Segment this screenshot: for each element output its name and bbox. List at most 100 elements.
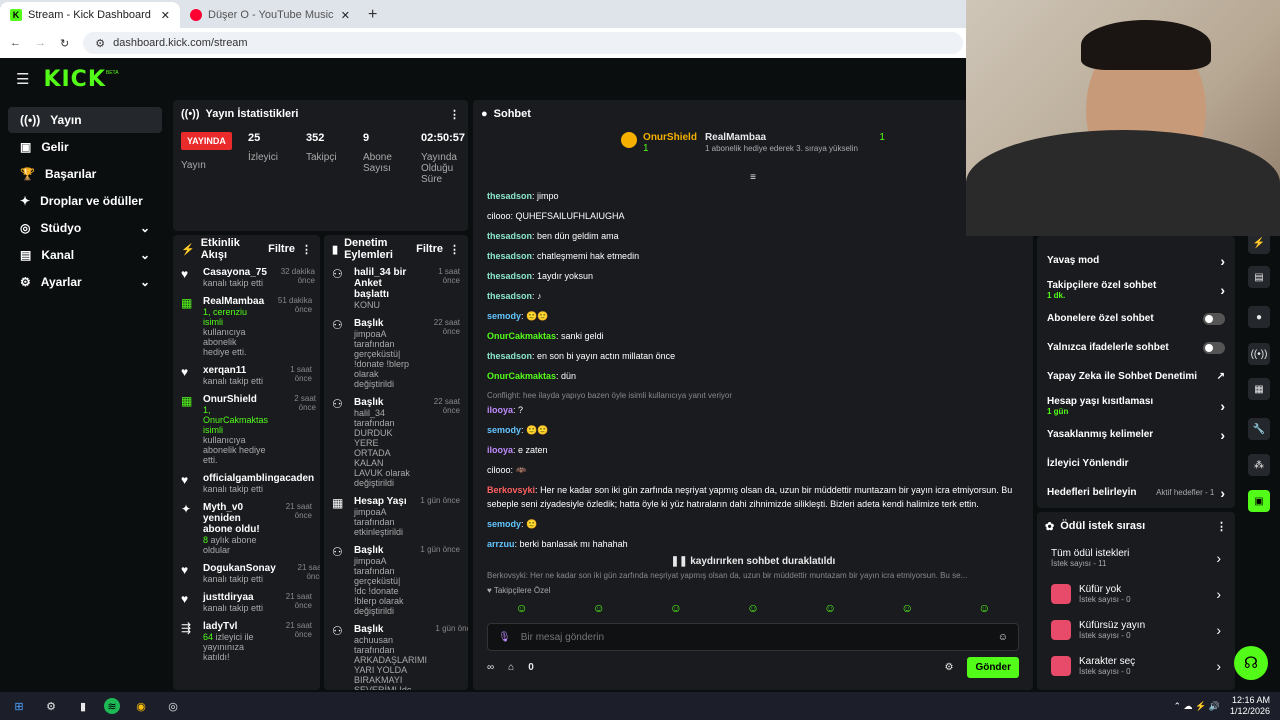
chat-paused-banner[interactable]: ❚❚ kaydırırken sohbet duraklatıldı [473,554,1033,569]
chat-username[interactable]: ilooya [487,405,513,415]
activity-name[interactable]: RealMambaa [203,296,264,307]
tab-youtube-music[interactable]: Düşer O - YouTube Music ✕ [180,2,360,28]
kick-logo[interactable]: KICK [43,67,105,92]
tray-icons[interactable]: ⌃ ☁ ⚡ 🔊 [1173,701,1219,712]
forward-icon[interactable]: → [35,37,46,49]
obs-icon[interactable]: ◎ [162,695,184,717]
more-options-icon[interactable]: ⋮ [301,243,312,256]
chat-message[interactable]: semody: 🙂🙂 [473,420,1033,440]
setting-toggle[interactable] [1203,312,1225,325]
setting-toggle[interactable] [1203,341,1225,354]
emote-icon[interactable]: ☺ [747,601,759,615]
clock[interactable]: 12:16 AM 1/12/2026 [1230,695,1270,717]
chat-username[interactable]: thesadson [487,351,532,361]
reward-item[interactable]: Küfürsüz yayın İstek sayısı - 0 › [1037,612,1235,648]
chat-message[interactable]: thesadson: jimpo [473,186,1033,206]
chat-message[interactable]: Conflight: hee ilayda yapıyo bazen öyle … [473,386,1033,420]
more-options-icon[interactable]: ⋮ [449,108,460,121]
wrench-rail-icon[interactable]: 🔧 [1248,418,1270,440]
chat-rail-icon[interactable]: ● [1248,306,1270,328]
expand-icon[interactable]: ≡ [473,172,1033,186]
sidebar-item-ayarlar[interactable]: ⚙ Ayarlar ⌄ [8,269,162,295]
infinity-icon[interactable]: ∞ [487,662,494,673]
reward-item[interactable]: Karakter seç İstek sayısı - 0 › [1037,648,1235,684]
chat-message[interactable]: thesadson: ben dün geldim ama [473,226,1033,246]
activity-name[interactable]: Myth_v0 yeniden abone oldu! [203,502,264,535]
tab-kick-dashboard[interactable]: K Stream - Kick Dashboard ✕ [0,2,180,28]
activity-name[interactable]: officialgamblingacaden [203,473,314,484]
layout-rail-icon[interactable]: ▦ [1248,378,1270,400]
activity-filter-button[interactable]: Filtre [268,243,295,255]
chat-username[interactable]: cilooo [487,465,511,475]
reward-item[interactable]: Küfür yok İstek sayısı - 0 › [1037,576,1235,612]
editor-rail-icon[interactable]: ▣ [1248,490,1270,512]
activity-name[interactable]: DogukanSonay [203,563,276,574]
broadcast-rail-icon[interactable]: ((•)) [1248,343,1270,365]
menu-icon[interactable]: ☰ [16,70,29,88]
emote-icon[interactable]: ☺ [670,601,682,615]
chat-username[interactable]: thesadson [487,231,532,241]
chat-input[interactable] [520,631,988,643]
emote-icon[interactable]: ☺ [824,601,836,615]
spotify-icon[interactable]: ≋ [104,698,120,714]
emote-icon[interactable]: ☺ [593,601,605,615]
moderation-filter-button[interactable]: Filtre [416,243,443,255]
chat-setting-item[interactable]: Takipçilere özel sohbet 1 dk. › [1037,275,1235,304]
sidebar-item-kanal[interactable]: ▤ Kanal ⌄ [8,242,162,268]
windows-start-icon[interactable]: ⊞ [8,695,30,717]
close-tab-icon[interactable]: ✕ [161,9,170,22]
chat-message[interactable]: thesadson: ♪ [473,286,1033,306]
app-icon[interactable]: ▮ [72,695,94,717]
chat-setting-item[interactable]: Yalnızca ifadelerle sohbet [1037,333,1235,362]
chat-username[interactable]: OnurCakmaktas [487,331,556,341]
chat-message[interactable]: semody: 🙂🙂 [473,306,1033,326]
top-gifter-2[interactable]: RealMambaa 1 1 abonelik hediye ederek 3. … [705,132,885,172]
new-tab-icon[interactable]: + [360,6,385,28]
sidebar-item-gelir[interactable]: ▣ Gelir [8,134,162,160]
share-rail-icon[interactable]: ⁂ [1248,454,1270,476]
chat-message[interactable]: thesadson: en son bi yayın actın millata… [473,346,1033,366]
chat-setting-item[interactable]: Abonelere özel sohbet [1037,304,1235,333]
more-options-icon[interactable]: ⋮ [449,243,460,256]
chat-username[interactable]: thesadson [487,251,532,261]
chat-message[interactable]: semody: 🙂 [473,514,1033,534]
chat-setting-item[interactable]: Hedefleri belirleyin Aktif hedefler - 1 › [1037,478,1235,507]
top-gifter-1[interactable]: OnurShield 1 [621,132,697,172]
chat-message[interactable]: ilooya: e zaten [473,440,1033,460]
chat-username[interactable]: OnurCakmaktas [487,371,556,381]
chat-username[interactable]: semody [487,519,521,529]
activity-name[interactable]: Casayona_75 [203,267,267,278]
chat-message[interactable]: thesadson: chatleşmemi hak etmedin [473,246,1033,266]
emote-icon[interactable]: ☺ [515,601,527,615]
chat-username[interactable]: thesadson [487,291,532,301]
sidebar-item-basarilar[interactable]: 🏆 Başarılar [8,161,162,187]
reload-icon[interactable]: ↻ [60,37,69,50]
emote-icon[interactable]: ☺ [978,601,990,615]
more-options-icon[interactable]: ⋮ [1216,520,1227,533]
chat-message[interactable]: OnurCakmaktas: dün [473,366,1033,386]
chat-message[interactable]: OnurCakmaktas: sanki geldi [473,326,1033,346]
chat-username[interactable]: cilooo [487,211,511,221]
chat-username[interactable]: thesadson [487,271,532,281]
support-button[interactable]: ☊ [1234,646,1268,680]
back-icon[interactable]: ← [10,37,21,49]
reward-item[interactable]: Tüm ödül istekleri İstek sayısı - 11 › [1037,540,1235,576]
emoji-icon[interactable]: ☺ [998,632,1008,643]
chat-message[interactable]: arrzuu: berki banlasak mı hahahah [473,534,1033,554]
chat-setting-item[interactable]: Yavaş mod › [1037,246,1235,275]
chrome-icon[interactable]: ◉ [130,695,152,717]
chat-setting-item[interactable]: Yapay Zeka ile Sohbet Denetimi ↗ [1037,362,1235,391]
activity-name[interactable]: xerqan11 [203,365,264,376]
sidebar-item-studyo[interactable]: ◎ Stüdyo ⌄ [8,215,162,241]
chat-setting-item[interactable]: İzleyici Yönlendir [1037,449,1235,478]
app-icon[interactable]: ⚙ [40,695,62,717]
chat-username[interactable]: thesadson [487,191,532,201]
chat-username[interactable]: semody [487,425,521,435]
chat-setting-item[interactable]: Yasaklanmış kelimeler › [1037,420,1235,449]
chat-message[interactable]: Berkovsyki: Her ne kadar son iki gün zar… [473,480,1033,514]
chat-setting-item[interactable]: Hesap yaşı kısıtlaması 1 gün › [1037,391,1235,420]
sidebar-item-yayin[interactable]: ((•)) Yayın [8,107,162,133]
activity-name[interactable]: justtdiryaa [203,592,264,603]
url-field[interactable]: ⚙ dashboard.kick.com/stream [83,32,964,54]
send-button[interactable]: Gönder [967,657,1019,678]
